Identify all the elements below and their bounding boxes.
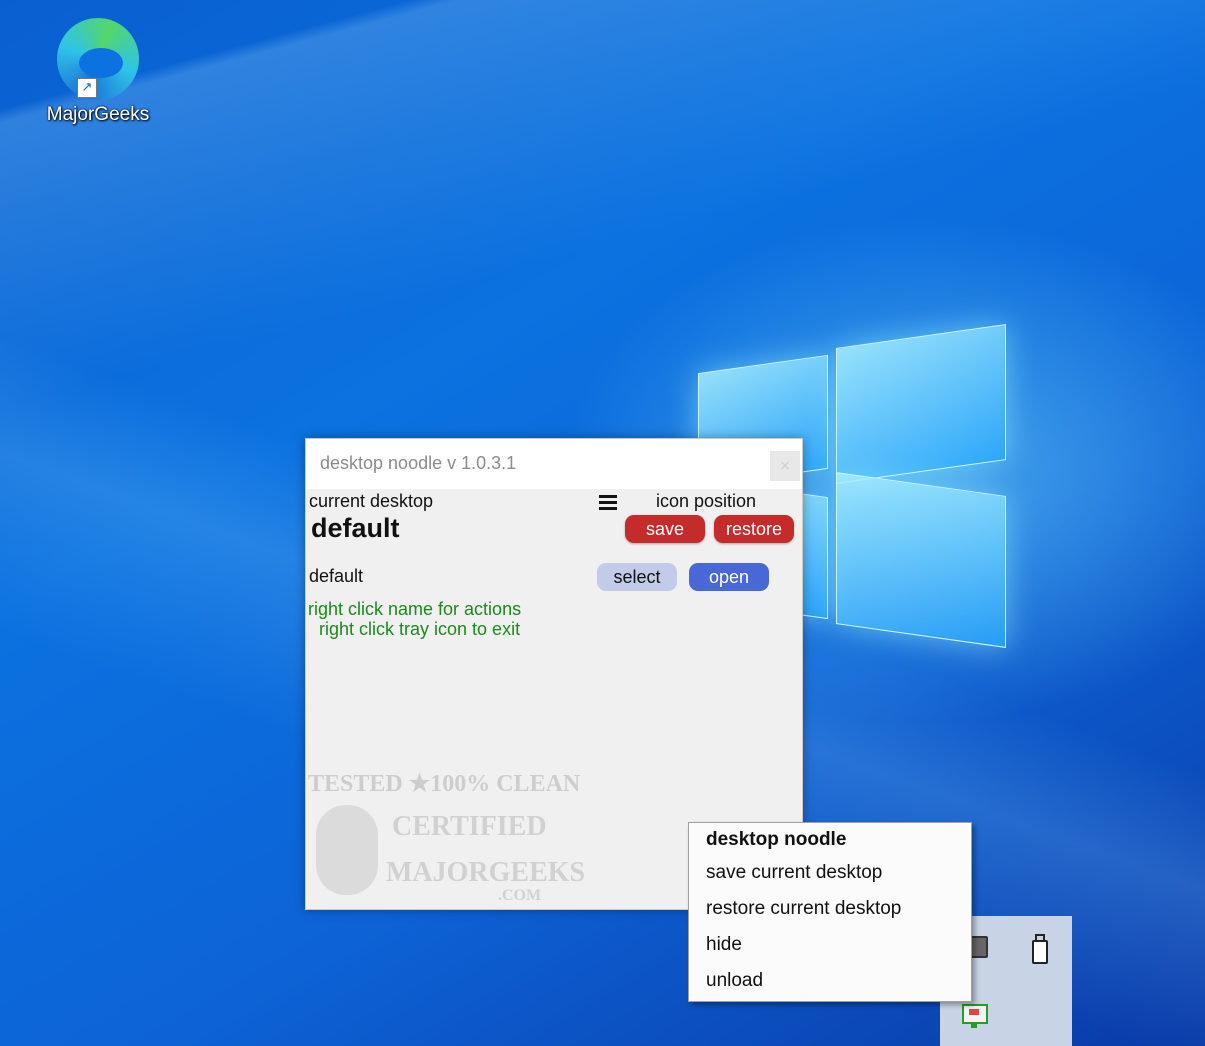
majorgeeks-certified-watermark: TESTED ★100% CLEAN CERTIFIED MAJORGEEKS … bbox=[308, 771, 586, 904]
hint-right-click-name: right click name for actions bbox=[308, 599, 522, 619]
desktop-noodle-tray-icon-stand bbox=[971, 1022, 977, 1028]
title-bar[interactable]: desktop noodle v 1.0.3.1 × bbox=[306, 439, 802, 489]
menu-item-unload[interactable]: unload bbox=[706, 970, 763, 992]
save-button[interactable]: save bbox=[625, 515, 705, 543]
usb-drive-icon[interactable] bbox=[1032, 934, 1048, 964]
icon-position-label: icon position bbox=[656, 491, 757, 511]
current-desktop-name: default bbox=[311, 513, 400, 543]
desktop-list-item-name[interactable]: default bbox=[309, 566, 363, 587]
tray-app-icon[interactable] bbox=[970, 936, 988, 958]
close-button[interactable]: × bbox=[770, 451, 800, 481]
select-button[interactable]: select bbox=[597, 563, 677, 591]
context-menu-title[interactable]: desktop noodle bbox=[706, 829, 846, 851]
open-button[interactable]: open bbox=[689, 563, 769, 591]
mascot-seal-icon bbox=[316, 805, 378, 895]
menu-item-save-current-desktop[interactable]: save current desktop bbox=[706, 862, 882, 884]
current-desktop-label: current desktop bbox=[309, 491, 434, 511]
edge-browser-icon: ↗ bbox=[57, 18, 139, 100]
tray-context-menu: desktop noodle save current desktop rest… bbox=[688, 822, 972, 1002]
desktop-noodle-tray-icon[interactable] bbox=[962, 1004, 988, 1024]
desktop-shortcut-label: MajorGeeks bbox=[46, 104, 150, 125]
menu-item-restore-current-desktop[interactable]: restore current desktop bbox=[706, 898, 901, 920]
restore-button[interactable]: restore bbox=[714, 515, 794, 543]
hint-right-click-tray: right click tray icon to exit bbox=[319, 619, 521, 639]
menu-item-hide[interactable]: hide bbox=[706, 934, 742, 956]
desktop-shortcut-majorgeeks[interactable]: ↗ MajorGeeks bbox=[38, 18, 158, 126]
window-title: desktop noodle v 1.0.3.1 bbox=[320, 453, 517, 473]
hamburger-menu-icon[interactable] bbox=[599, 495, 617, 513]
shortcut-arrow-icon: ↗ bbox=[77, 78, 97, 98]
